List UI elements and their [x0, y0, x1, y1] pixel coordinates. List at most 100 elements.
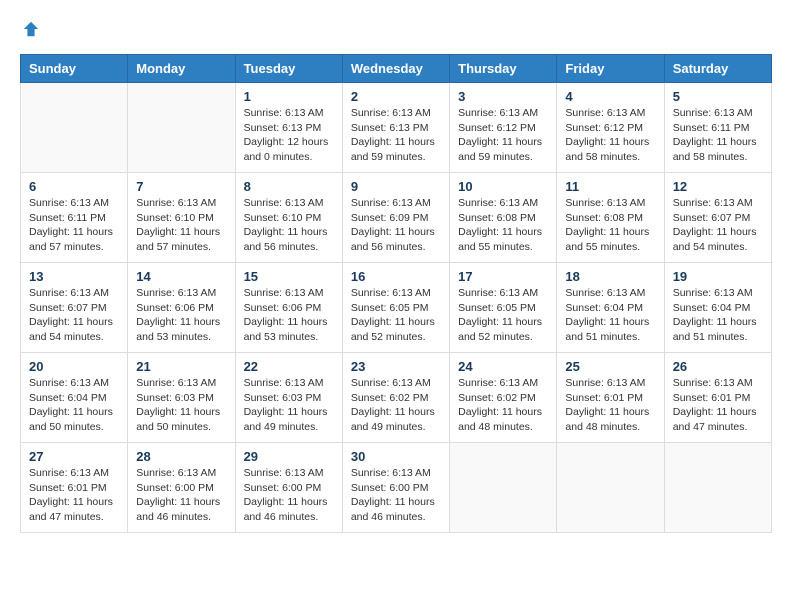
day-number: 1 — [244, 89, 334, 104]
day-info: Sunrise: 6:13 AMSunset: 6:12 PMDaylight:… — [458, 106, 548, 165]
day-info: Sunrise: 6:13 AMSunset: 6:04 PMDaylight:… — [565, 286, 655, 345]
day-cell-15: 15 Sunrise: 6:13 AMSunset: 6:06 PMDayligh… — [235, 263, 342, 353]
day-number: 15 — [244, 269, 334, 284]
day-info: Sunrise: 6:13 AMSunset: 6:05 PMDaylight:… — [458, 286, 548, 345]
day-info: Sunrise: 6:13 AMSunset: 6:02 PMDaylight:… — [458, 376, 548, 435]
day-cell-16: 16 Sunrise: 6:13 AMSunset: 6:05 PMDayligh… — [342, 263, 449, 353]
day-cell-27: 27 Sunrise: 6:13 AMSunset: 6:01 PMDayligh… — [21, 443, 128, 533]
empty-cell — [664, 443, 771, 533]
day-cell-30: 30Sunrise: 6:13 AMSunset: 6:00 PMDayligh… — [342, 443, 449, 533]
day-number: 14 — [136, 269, 226, 284]
day-info: Sunrise: 6:13 AMSunset: 6:06 PMDaylight:… — [244, 286, 334, 345]
day-cell-29: 29 Sunrise: 6:13 AMSunset: 6:00 PMDayligh… — [235, 443, 342, 533]
day-number: 10 — [458, 179, 548, 194]
day-info: Sunrise: 6:13 AMSunset: 6:04 PMDaylight:… — [29, 376, 119, 435]
day-cell-18: 18 Sunrise: 6:13 AMSunset: 6:04 PMDayligh… — [557, 263, 664, 353]
col-header-saturday: Saturday — [664, 55, 771, 83]
calendar-header-row: SundayMondayTuesdayWednesdayThursdayFrid… — [21, 55, 772, 83]
col-header-friday: Friday — [557, 55, 664, 83]
day-cell-17: 17 Sunrise: 6:13 AMSunset: 6:05 PMDayligh… — [450, 263, 557, 353]
col-header-thursday: Thursday — [450, 55, 557, 83]
day-cell-7: 7 Sunrise: 6:13 AMSunset: 6:10 PMDaylight… — [128, 173, 235, 263]
week-row-4: 20 Sunrise: 6:13 AMSunset: 6:04 PMDayligh… — [21, 353, 772, 443]
day-cell-4: 4Sunrise: 6:13 AMSunset: 6:12 PMDaylight… — [557, 83, 664, 173]
day-number: 18 — [565, 269, 655, 284]
day-cell-25: 25Sunrise: 6:13 AMSunset: 6:01 PMDayligh… — [557, 353, 664, 443]
day-number: 25 — [565, 359, 655, 374]
day-number: 23 — [351, 359, 441, 374]
week-row-2: 6 Sunrise: 6:13 AMSunset: 6:11 PMDaylight… — [21, 173, 772, 263]
day-cell-26: 26Sunrise: 6:13 AMSunset: 6:01 PMDayligh… — [664, 353, 771, 443]
day-info: Sunrise: 6:13 AMSunset: 6:10 PMDaylight:… — [136, 196, 226, 255]
day-number: 2 — [351, 89, 441, 104]
day-cell-22: 22 Sunrise: 6:13 AMSunset: 6:03 PMDayligh… — [235, 353, 342, 443]
day-info: Sunrise: 6:13 AMSunset: 6:12 PMDaylight:… — [565, 106, 655, 165]
day-cell-21: 21 Sunrise: 6:13 AMSunset: 6:03 PMDayligh… — [128, 353, 235, 443]
day-info: Sunrise: 6:13 AMSunset: 6:07 PMDaylight:… — [29, 286, 119, 345]
day-number: 30 — [351, 449, 441, 464]
day-number: 6 — [29, 179, 119, 194]
day-number: 5 — [673, 89, 763, 104]
day-info: Sunrise: 6:13 AMSunset: 6:05 PMDaylight:… — [351, 286, 441, 345]
day-cell-19: 19 Sunrise: 6:13 AMSunset: 6:04 PMDayligh… — [664, 263, 771, 353]
day-info: Sunrise: 6:13 AMSunset: 6:03 PMDaylight:… — [244, 376, 334, 435]
day-info: Sunrise: 6:13 AMSunset: 6:01 PMDaylight:… — [29, 466, 119, 525]
day-cell-20: 20 Sunrise: 6:13 AMSunset: 6:04 PMDayligh… — [21, 353, 128, 443]
day-info: Sunrise: 6:13 AMSunset: 6:10 PMDaylight:… — [244, 196, 334, 255]
day-cell-14: 14 Sunrise: 6:13 AMSunset: 6:06 PMDayligh… — [128, 263, 235, 353]
day-number: 12 — [673, 179, 763, 194]
page-header — [20, 20, 772, 38]
day-number: 27 — [29, 449, 119, 464]
col-header-sunday: Sunday — [21, 55, 128, 83]
day-number: 22 — [244, 359, 334, 374]
day-info: Sunrise: 6:13 AMSunset: 6:00 PMDaylight:… — [244, 466, 334, 525]
day-number: 17 — [458, 269, 548, 284]
day-info: Sunrise: 6:13 AMSunset: 6:09 PMDaylight:… — [351, 196, 441, 255]
day-cell-5: 5 Sunrise: 6:13 AMSunset: 6:11 PMDaylight… — [664, 83, 771, 173]
day-number: 20 — [29, 359, 119, 374]
day-number: 7 — [136, 179, 226, 194]
empty-cell — [21, 83, 128, 173]
day-info: Sunrise: 6:13 AMSunset: 6:00 PMDaylight:… — [136, 466, 226, 525]
day-info: Sunrise: 6:13 AMSunset: 6:13 PMDaylight:… — [351, 106, 441, 165]
day-number: 8 — [244, 179, 334, 194]
calendar-table: SundayMondayTuesdayWednesdayThursdayFrid… — [20, 54, 772, 533]
day-info: Sunrise: 6:13 AMSunset: 6:11 PMDaylight:… — [29, 196, 119, 255]
day-cell-28: 28 Sunrise: 6:13 AMSunset: 6:00 PMDayligh… — [128, 443, 235, 533]
col-header-wednesday: Wednesday — [342, 55, 449, 83]
day-cell-10: 10 Sunrise: 6:13 AMSunset: 6:08 PMDayligh… — [450, 173, 557, 263]
day-info: Sunrise: 6:13 AMSunset: 6:08 PMDaylight:… — [458, 196, 548, 255]
day-cell-3: 3 Sunrise: 6:13 AMSunset: 6:12 PMDaylight… — [450, 83, 557, 173]
logo-icon — [22, 20, 40, 38]
week-row-5: 27 Sunrise: 6:13 AMSunset: 6:01 PMDayligh… — [21, 443, 772, 533]
day-info: Sunrise: 6:13 AMSunset: 6:07 PMDaylight:… — [673, 196, 763, 255]
day-number: 28 — [136, 449, 226, 464]
day-cell-24: 24 Sunrise: 6:13 AMSunset: 6:02 PMDayligh… — [450, 353, 557, 443]
week-row-3: 13Sunrise: 6:13 AMSunset: 6:07 PMDayligh… — [21, 263, 772, 353]
day-info: Sunrise: 6:13 AMSunset: 6:04 PMDaylight:… — [673, 286, 763, 345]
day-cell-8: 8 Sunrise: 6:13 AMSunset: 6:10 PMDaylight… — [235, 173, 342, 263]
day-number: 19 — [673, 269, 763, 284]
day-cell-12: 12 Sunrise: 6:13 AMSunset: 6:07 PMDayligh… — [664, 173, 771, 263]
day-number: 3 — [458, 89, 548, 104]
day-cell-6: 6 Sunrise: 6:13 AMSunset: 6:11 PMDaylight… — [21, 173, 128, 263]
col-header-tuesday: Tuesday — [235, 55, 342, 83]
day-number: 24 — [458, 359, 548, 374]
day-cell-23: 23 Sunrise: 6:13 AMSunset: 6:02 PMDayligh… — [342, 353, 449, 443]
day-cell-2: 2 Sunrise: 6:13 AMSunset: 6:13 PMDaylight… — [342, 83, 449, 173]
day-number: 26 — [673, 359, 763, 374]
day-info: Sunrise: 6:13 AMSunset: 6:06 PMDaylight:… — [136, 286, 226, 345]
day-info: Sunrise: 6:13 AMSunset: 6:11 PMDaylight:… — [673, 106, 763, 165]
day-info: Sunrise: 6:13 AMSunset: 6:03 PMDaylight:… — [136, 376, 226, 435]
day-cell-1: 1 Sunrise: 6:13 AMSunset: 6:13 PMDaylight… — [235, 83, 342, 173]
day-cell-13: 13Sunrise: 6:13 AMSunset: 6:07 PMDayligh… — [21, 263, 128, 353]
col-header-monday: Monday — [128, 55, 235, 83]
day-number: 21 — [136, 359, 226, 374]
day-cell-9: 9Sunrise: 6:13 AMSunset: 6:09 PMDaylight… — [342, 173, 449, 263]
day-info: Sunrise: 6:13 AMSunset: 6:02 PMDaylight:… — [351, 376, 441, 435]
day-number: 11 — [565, 179, 655, 194]
day-number: 29 — [244, 449, 334, 464]
day-info: Sunrise: 6:13 AMSunset: 6:13 PMDaylight:… — [244, 106, 334, 165]
empty-cell — [128, 83, 235, 173]
day-number: 16 — [351, 269, 441, 284]
